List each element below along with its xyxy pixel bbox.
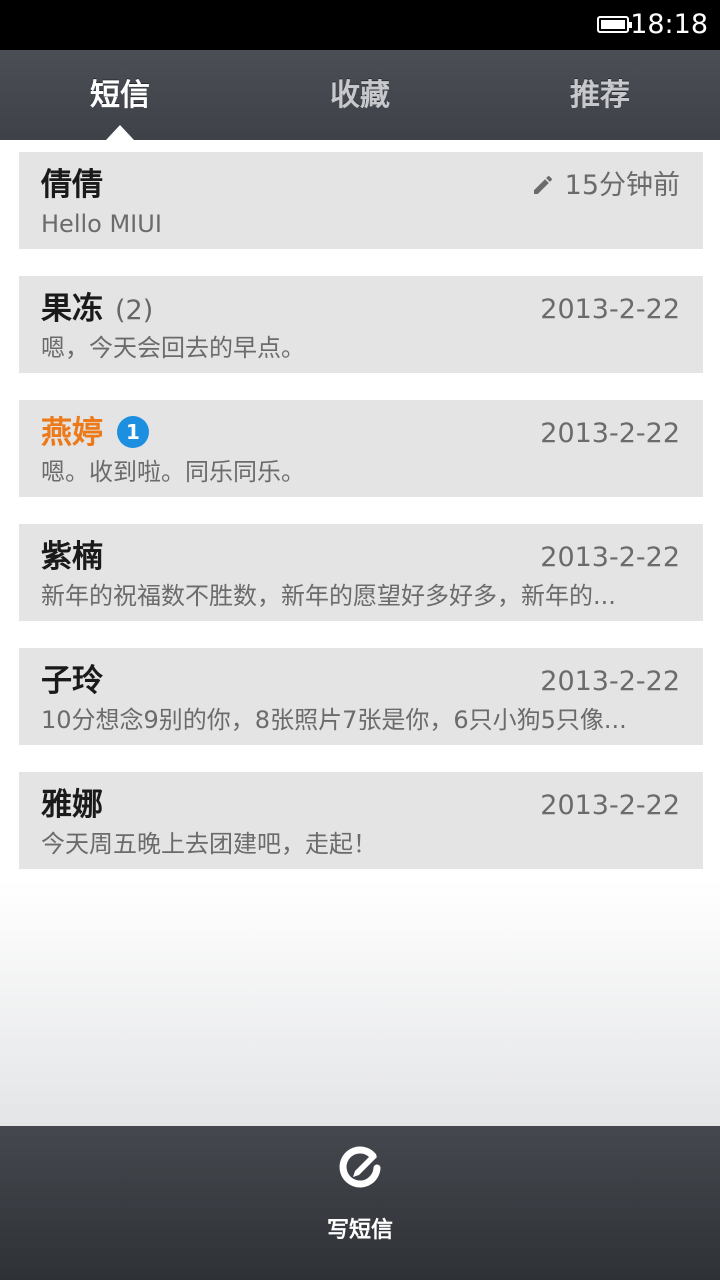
message-snippet: 嗯，今天会回去的早点。 xyxy=(41,334,305,362)
contact-name: 子玲 xyxy=(41,663,103,699)
bottom-bar: 写短信 xyxy=(0,1126,720,1280)
message-time: 2013-2-22 xyxy=(540,542,680,573)
message-snippet: 嗯。收到啦。同乐同乐。 xyxy=(41,458,305,486)
message-time: 2013-2-22 xyxy=(540,418,680,449)
conversation-item[interactable]: 倩倩 15分钟前 Hello MIUI xyxy=(19,152,703,249)
draft-pencil-icon xyxy=(533,175,552,194)
contact-name: 倩倩 xyxy=(41,167,103,203)
message-snippet: 10分想念9别的你，8张照片7张是你，6只小狗5只像... xyxy=(41,706,627,734)
conversation-item[interactable]: 子玲 2013-2-22 10分想念9别的你，8张照片7张是你，6只小狗5只像.… xyxy=(19,648,703,745)
message-snippet: 新年的祝福数不胜数，新年的愿望好多好多，新年的... xyxy=(41,582,616,610)
conversation-item[interactable]: 雅娜 2013-2-22 今天周五晚上去团建吧，走起！ xyxy=(19,772,703,869)
unread-badge: 1 xyxy=(117,416,149,448)
message-time: 15分钟前 xyxy=(531,170,680,202)
message-time-text: 15分钟前 xyxy=(564,170,680,201)
contact-name: 果冻 (2) xyxy=(41,291,153,329)
tab-recommended[interactable]: 推荐 xyxy=(480,50,720,140)
contact-name: 紫楠 xyxy=(41,539,103,575)
message-time: 2013-2-22 xyxy=(540,790,680,821)
contact-name-text: 果冻 xyxy=(41,291,103,327)
tab-favorites[interactable]: 收藏 xyxy=(240,50,480,140)
message-snippet: Hello MIUI xyxy=(41,210,162,238)
compose-icon xyxy=(339,1146,381,1188)
compose-label: 写短信 xyxy=(326,1218,393,1243)
message-time: 2013-2-22 xyxy=(540,666,680,697)
message-count: (2) xyxy=(115,295,154,326)
contact-name-text: 燕婷 xyxy=(41,415,103,451)
active-tab-indicator xyxy=(106,125,134,140)
compose-message-button[interactable]: 写短信 xyxy=(260,1126,460,1280)
contact-name: 雅娜 xyxy=(41,787,103,823)
conversation-item[interactable]: 燕婷 1 2013-2-22 嗯。收到啦。同乐同乐。 xyxy=(19,400,703,497)
message-snippet: 今天周五晚上去团建吧，走起！ xyxy=(41,830,377,858)
conversation-item[interactable]: 果冻 (2) 2013-2-22 嗯，今天会回去的早点。 xyxy=(19,276,703,373)
conversation-item[interactable]: 紫楠 2013-2-22 新年的祝福数不胜数，新年的愿望好多好多，新年的... xyxy=(19,524,703,621)
battery-icon xyxy=(597,16,632,33)
message-time: 2013-2-22 xyxy=(540,294,680,325)
contact-name: 燕婷 1 xyxy=(41,415,149,451)
status-bar: 18:18 xyxy=(0,0,720,50)
status-time: 18:18 xyxy=(630,9,708,40)
